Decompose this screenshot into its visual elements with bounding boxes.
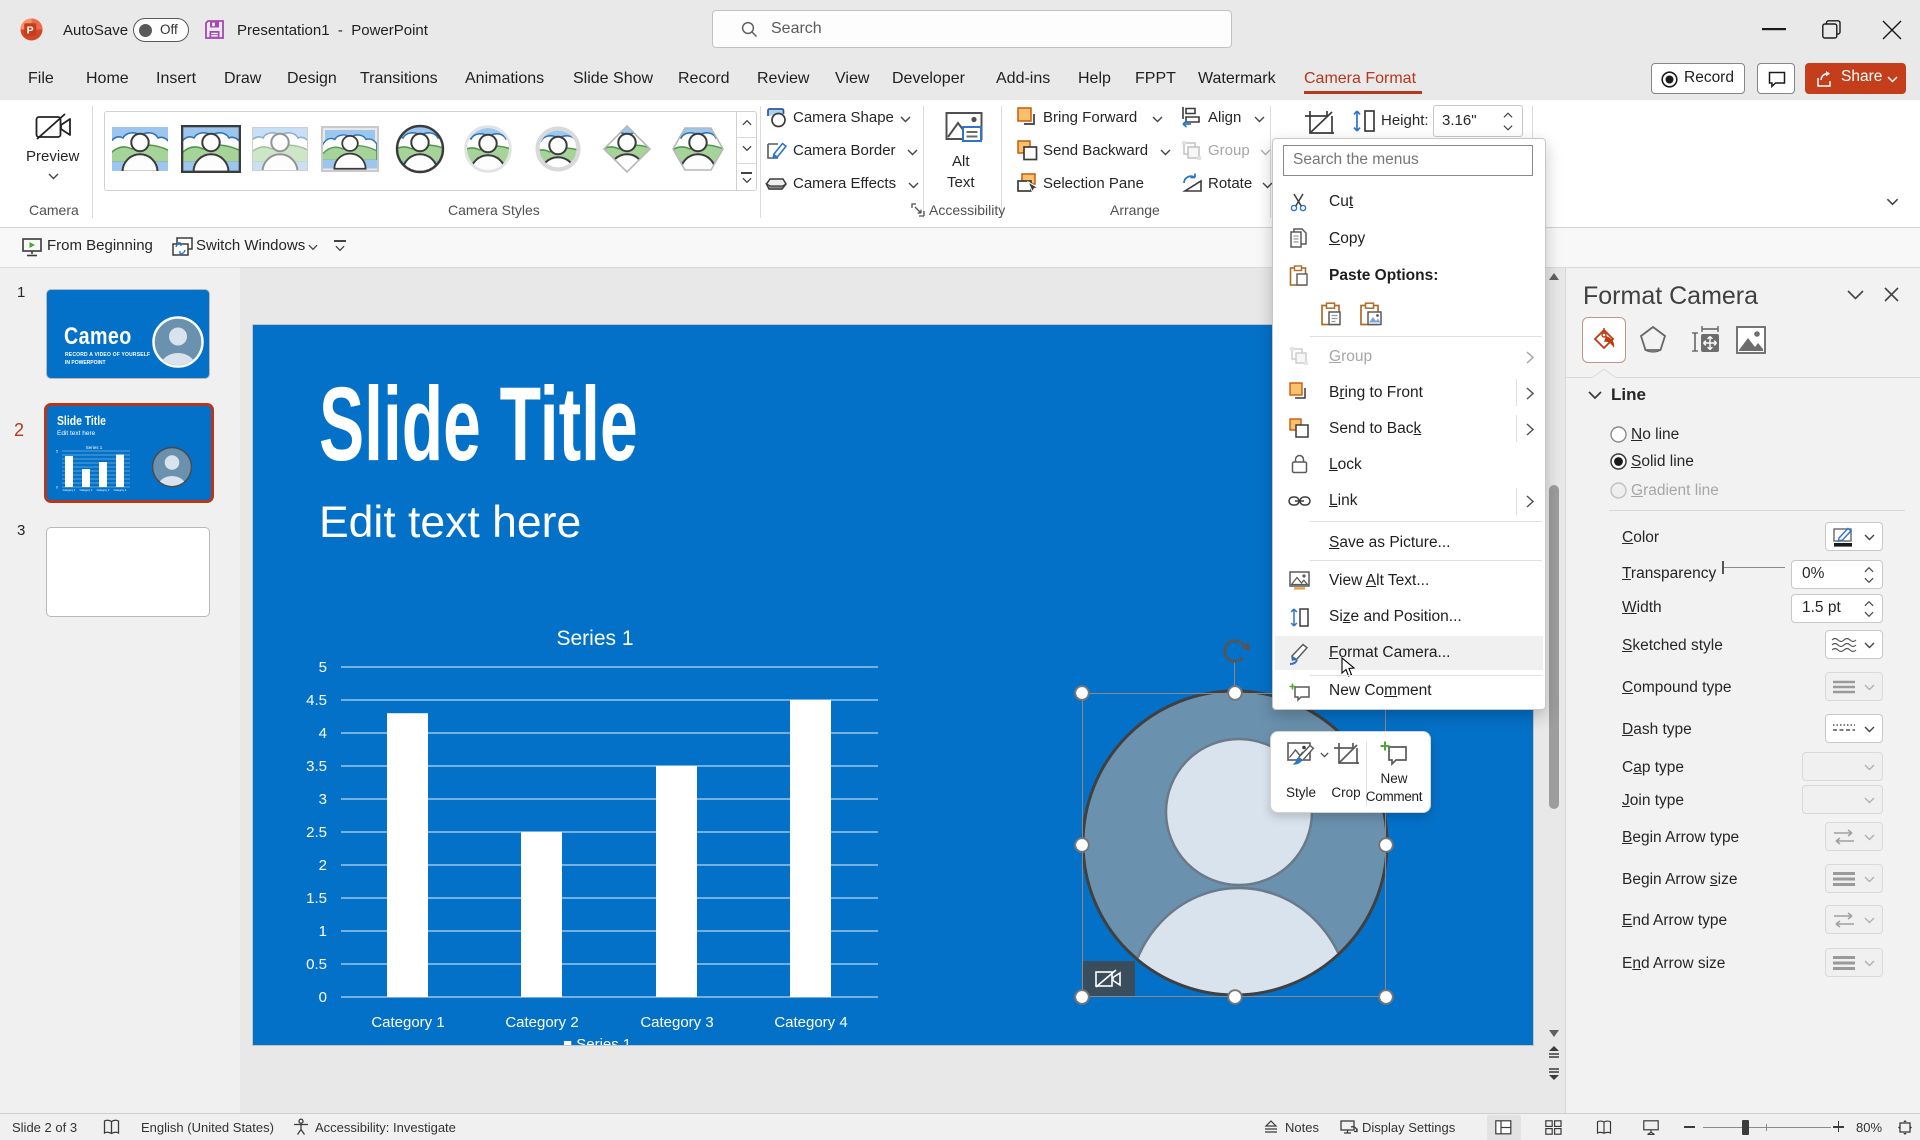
svg-text:0: 0	[319, 989, 327, 1006]
svg-text:1: 1	[319, 923, 327, 940]
svg-text:3.5: 3.5	[306, 758, 327, 775]
svg-text:Category 1: Category 1	[63, 488, 76, 492]
svg-text:Series 1: Series 1	[556, 627, 633, 650]
svg-text:3: 3	[319, 791, 327, 808]
svg-text:4: 4	[319, 725, 327, 742]
svg-text:Category 3: Category 3	[97, 488, 110, 492]
svg-text:Category 2: Category 2	[80, 488, 93, 492]
svg-text:2.5: 2.5	[306, 824, 327, 841]
svg-text:Category 4: Category 4	[114, 488, 127, 492]
svg-text:5: 5	[56, 450, 58, 454]
svg-text:P: P	[27, 24, 34, 36]
svg-text:Category 3: Category 3	[640, 1014, 713, 1031]
svg-text:Category 2: Category 2	[505, 1014, 578, 1031]
svg-text:5: 5	[319, 659, 327, 676]
svg-text:0.5: 0.5	[306, 956, 327, 973]
svg-text:0: 0	[56, 486, 58, 490]
svg-text:4.5: 4.5	[306, 692, 327, 709]
svg-text:1.5: 1.5	[306, 890, 327, 907]
svg-text:Series 1: Series 1	[86, 445, 103, 450]
svg-text:2: 2	[319, 857, 327, 874]
svg-text:Category 4: Category 4	[774, 1014, 847, 1031]
svg-text:Category 1: Category 1	[371, 1014, 444, 1031]
